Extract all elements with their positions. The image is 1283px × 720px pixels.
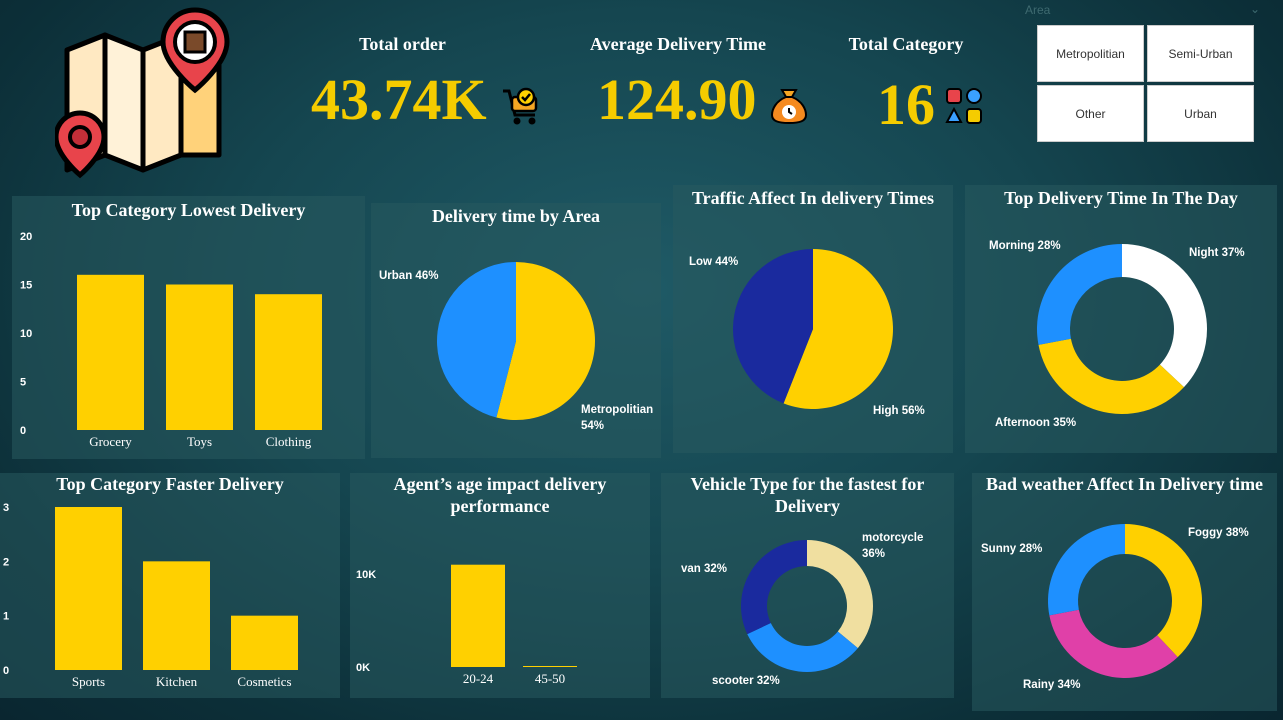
slice-label: Afternoon 35% <box>995 417 1076 429</box>
panel-delivery-by-area: Delivery time by Area Metropolitian 54% Ur… <box>371 203 661 458</box>
x-tick-label: 45-50 <box>535 671 565 686</box>
bar-kitchen <box>143 561 210 670</box>
slice-night <box>1122 244 1207 388</box>
slice-morning <box>1037 244 1122 345</box>
x-tick-label: Kitchen <box>156 674 198 689</box>
slice-label: Morning 28% <box>989 240 1061 252</box>
slice-label: Urban 46% <box>379 270 438 282</box>
slice-label: 54% <box>581 420 604 432</box>
slice-label: Metropolitian <box>581 404 653 416</box>
shopping-cart-icon <box>503 87 538 125</box>
kpi-total-order-value: 43.74K <box>311 67 487 132</box>
slice-label: High 56% <box>873 405 925 417</box>
panel-weather: Bad weather Affect In Delivery time Fogg… <box>972 473 1277 711</box>
panel-faster-delivery: Top Category Faster Delivery 0 1 2 3 Sports K… <box>0 473 340 698</box>
bar-chart-agent-age: 0K 10K 20-24 45-50 <box>356 564 577 686</box>
slice-label: Sunny 28% <box>981 543 1042 555</box>
bar-toys <box>166 284 233 430</box>
pie-chart-delivery-by-area: Metropolitian 54% Urban 46% <box>379 262 653 432</box>
slice-label: scooter 32% <box>712 675 780 687</box>
y-tick-label: 15 <box>20 280 32 292</box>
bar-20-24 <box>451 564 505 667</box>
panel-lowest-delivery: Top Category Lowest Delivery 0 5 10 15 20 Gro… <box>12 196 365 459</box>
bar-chart-lowest-delivery: 0 5 10 15 20 Grocery Toys Clothing <box>20 231 322 449</box>
panel-time-of-day: Top Delivery Time In The Day Night 37% Af… <box>965 185 1277 453</box>
y-tick-label: 0 <box>20 425 26 437</box>
slice-label: van 32% <box>681 563 727 575</box>
slice-sunny <box>1048 524 1125 616</box>
category-shapes-icon <box>945 88 982 124</box>
slicer-option-other[interactable]: Other <box>1037 85 1144 142</box>
x-tick-label: Toys <box>187 434 212 449</box>
x-tick-label: Grocery <box>89 434 132 449</box>
map-logo-icon <box>55 7 230 179</box>
x-tick-label: Clothing <box>266 434 312 449</box>
y-tick-label: 10K <box>356 569 376 581</box>
money-bag-icon <box>770 89 808 125</box>
bar-45-50 <box>523 666 577 667</box>
x-tick-label: Sports <box>72 674 105 689</box>
y-tick-label: 3 <box>3 502 9 514</box>
bar-sports <box>55 507 122 670</box>
kpi-avg-delivery-value: 124.90 <box>597 67 757 132</box>
donut-chart-weather: Foggy 38% Rainy 34% Sunny 28% <box>981 524 1249 691</box>
bar-chart-faster-delivery: 0 1 2 3 Sports Kitchen Cosmetics <box>3 502 298 689</box>
pie-chart-traffic: High 56% Low 44% <box>689 249 925 417</box>
y-tick-label: 10 <box>20 328 32 340</box>
slice-afternoon <box>1038 338 1184 414</box>
kpi-total-category-value: 16 <box>877 72 935 137</box>
y-tick-label: 0 <box>3 665 9 677</box>
x-tick-label: 20-24 <box>463 671 494 686</box>
y-tick-label: 2 <box>3 556 9 568</box>
chevron-down-icon[interactable]: ⌄ <box>1250 2 1260 16</box>
bar-cosmetics <box>231 615 298 670</box>
slice-van <box>741 540 807 635</box>
x-tick-label: Cosmetics <box>237 674 291 689</box>
slicer-option-semi-urban[interactable]: Semi-Urban <box>1147 25 1254 82</box>
kpi-total-category-label: Total Category <box>848 34 964 54</box>
panel-traffic: Traffic Affect In delivery Times High 56… <box>673 185 953 453</box>
area-slicer-title: Area <box>1025 3 1051 17</box>
donut-chart-time-of-day: Night 37% Afternoon 35% Morning 28% <box>989 240 1245 429</box>
slice-label: 36% <box>862 548 885 560</box>
slice-foggy <box>1125 524 1202 658</box>
kpi-avg-delivery-label: Average Delivery Time <box>590 34 766 54</box>
y-tick-label: 20 <box>20 231 32 243</box>
slice-label: motorcycle <box>862 532 923 544</box>
slice-label: Foggy 38% <box>1188 527 1249 539</box>
y-tick-label: 0K <box>356 662 370 674</box>
slice-label: Rainy 34% <box>1023 679 1081 691</box>
y-tick-label: 5 <box>20 377 26 389</box>
slicer-option-metropolitian[interactable]: Metropolitian <box>1037 25 1144 82</box>
bar-clothing <box>255 294 322 430</box>
slice-rainy <box>1049 609 1178 678</box>
slicer-option-urban[interactable]: Urban <box>1147 85 1254 142</box>
panel-agent-age: Agent’s age impact delivery performance … <box>350 473 650 698</box>
panel-vehicle: Vehicle Type for the fastest for Deliver… <box>661 473 954 698</box>
donut-chart-vehicle: motorcycle 36% scooter 32% van 32% <box>681 532 923 687</box>
slice-label: Low 44% <box>689 256 738 268</box>
kpi-total-order-label: Total order <box>359 34 446 54</box>
bar-grocery <box>77 274 144 430</box>
y-tick-label: 1 <box>3 611 9 623</box>
slice-label: Night 37% <box>1189 247 1245 259</box>
